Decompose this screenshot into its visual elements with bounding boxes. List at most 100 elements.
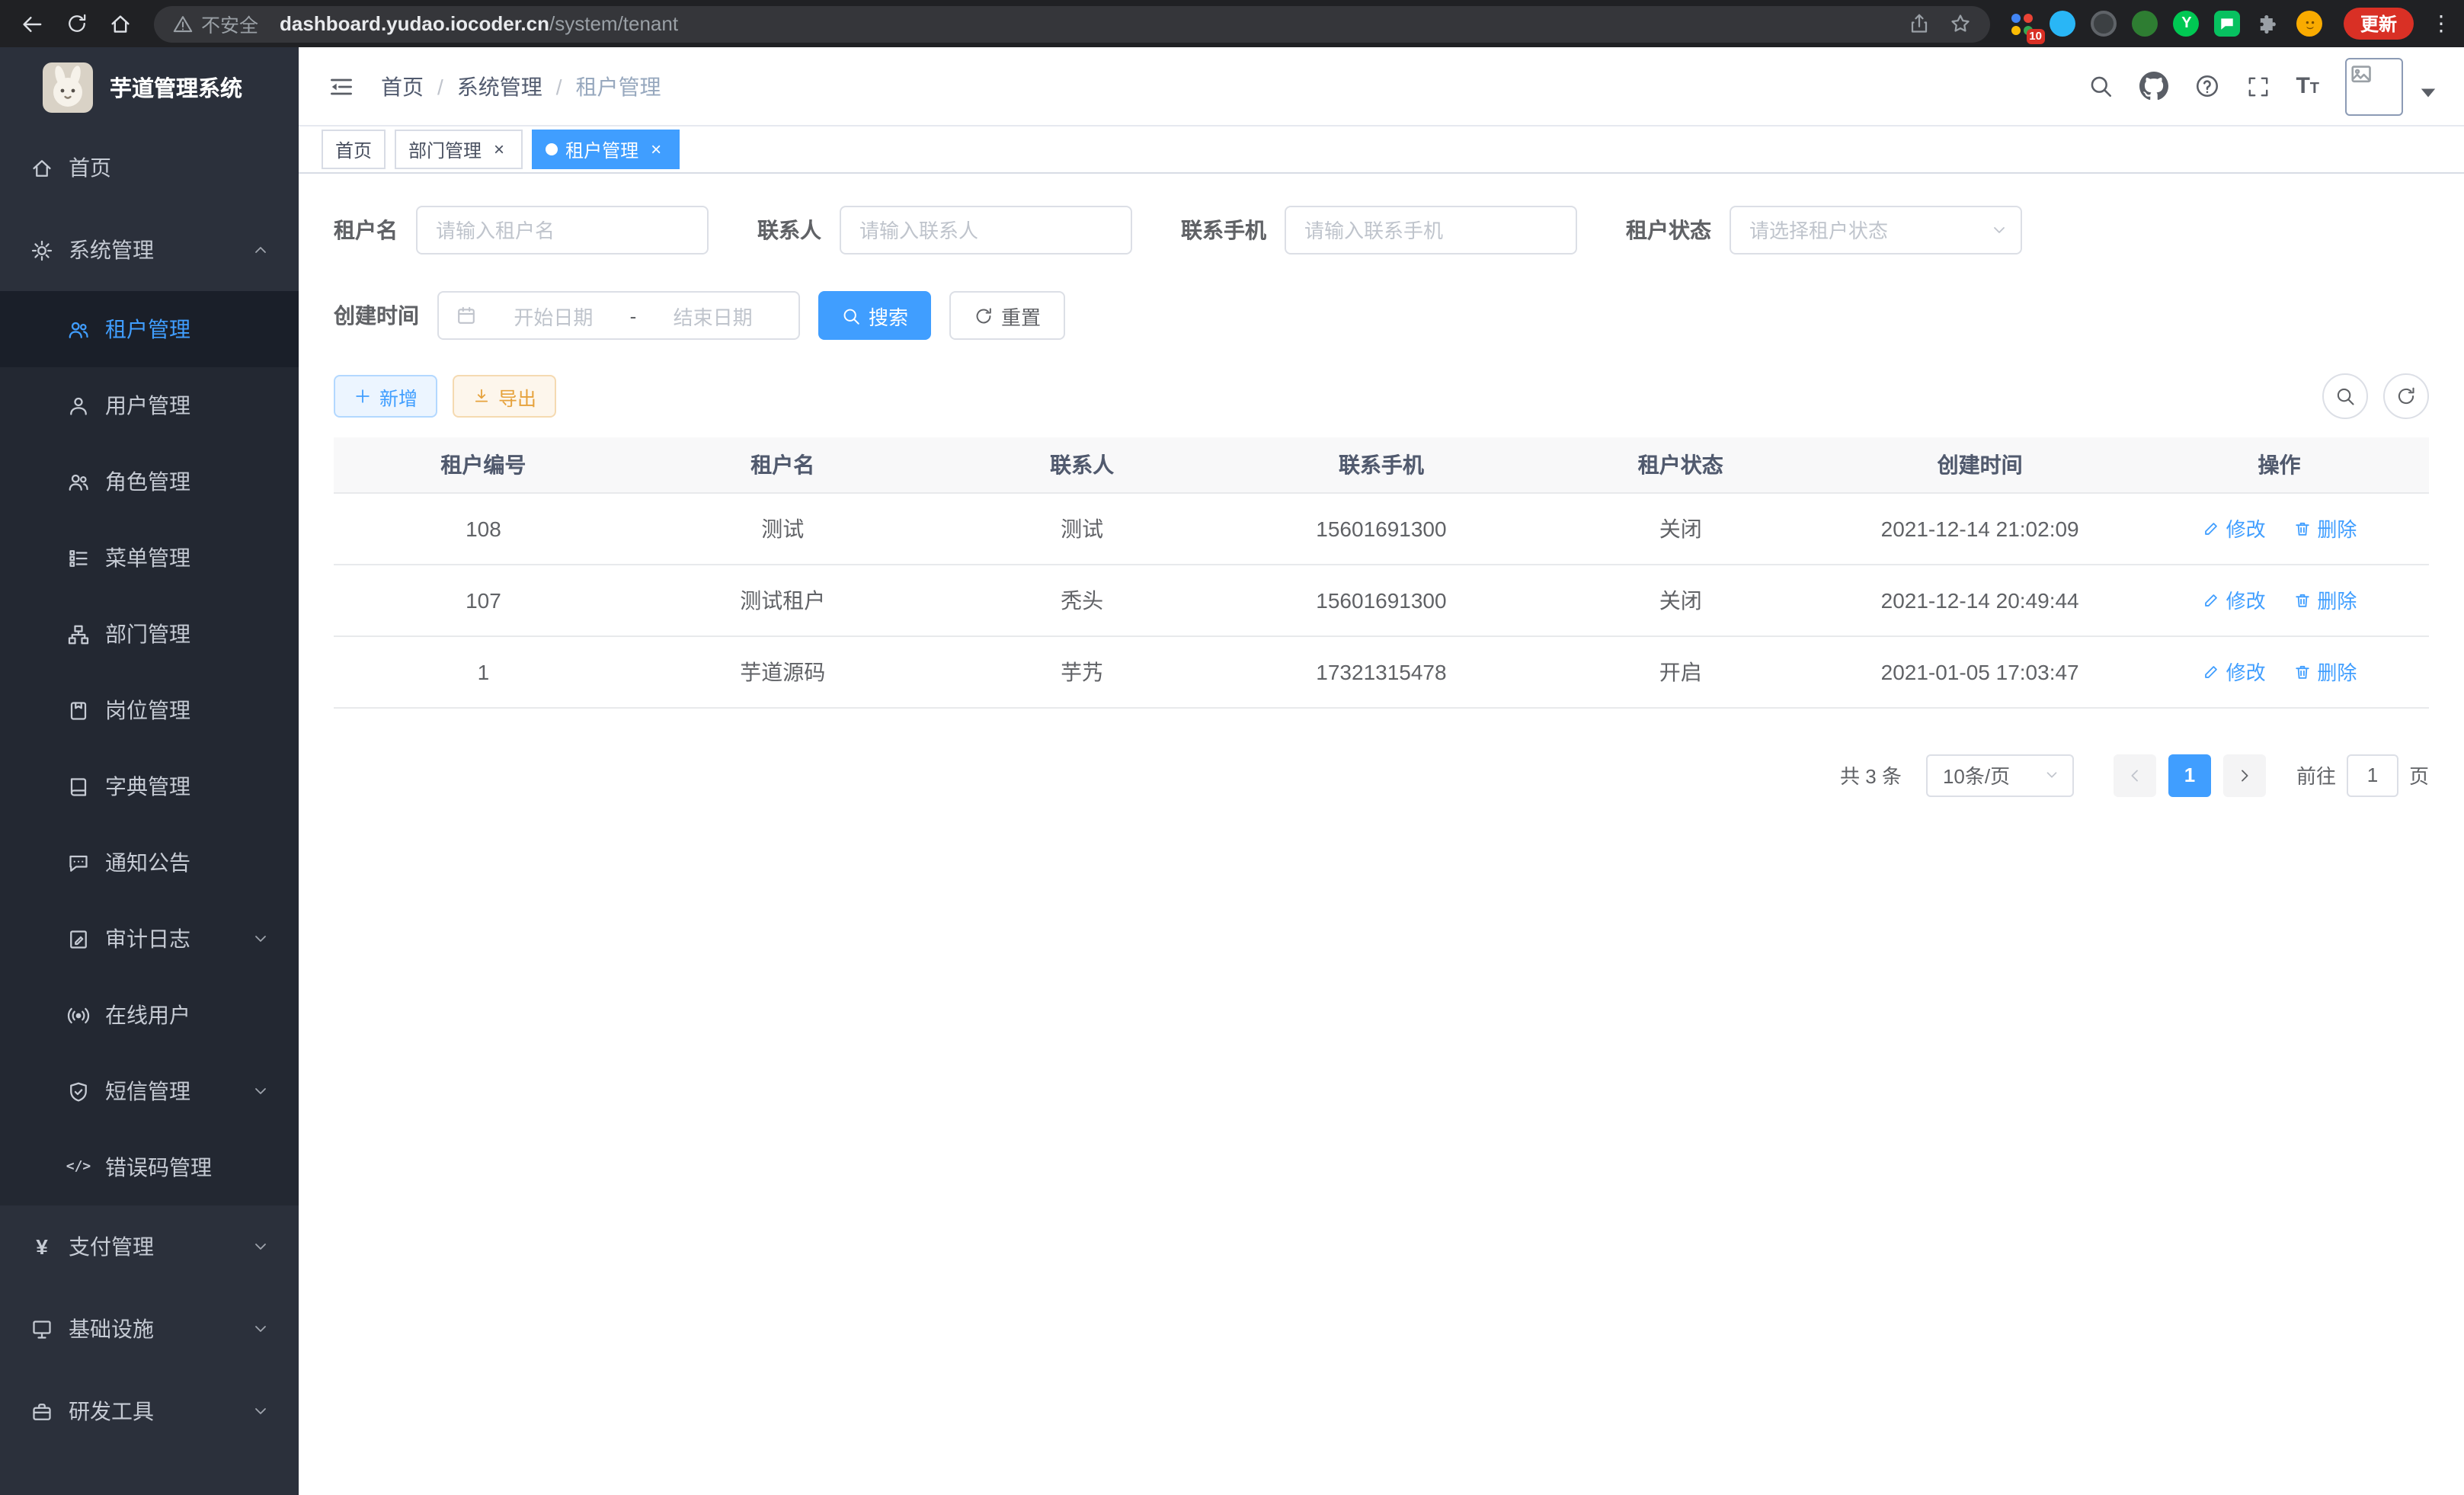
chrome-update-button[interactable]: 更新 xyxy=(2344,8,2414,40)
extension-blue-icon[interactable] xyxy=(2050,10,2077,37)
gear-icon xyxy=(30,238,53,261)
phone-input[interactable] xyxy=(1285,206,1577,255)
sidebar-item-devtools[interactable]: 研发工具 xyxy=(0,1370,299,1452)
github-button[interactable] xyxy=(2139,72,2168,101)
status-select-input[interactable] xyxy=(1730,206,2022,255)
extension-dark-icon[interactable] xyxy=(2091,10,2118,37)
refresh-table-button[interactable] xyxy=(2383,373,2429,419)
share-button[interactable] xyxy=(1908,12,1931,35)
payment-yen-icon: ¥ xyxy=(30,1235,53,1258)
help-button[interactable] xyxy=(2194,73,2219,99)
tab-close-icon[interactable]: × xyxy=(646,139,666,160)
sidebar-item-error-code[interactable]: </> 错误码管理 xyxy=(0,1129,299,1205)
extension-green-y-icon[interactable]: Y xyxy=(2173,10,2200,37)
header-search-button[interactable] xyxy=(2087,73,2113,99)
sidebar-item-user[interactable]: 用户管理 xyxy=(0,367,299,443)
url-text[interactable]: dashboard.yudao.iocoder.cn/system/tenant xyxy=(280,12,678,35)
edit-link[interactable]: 修改 xyxy=(2202,585,2266,614)
sidebar-toggle-icon[interactable] xyxy=(328,72,355,100)
font-size-button[interactable]: TT xyxy=(2296,73,2319,99)
pagination-total: 共 3 条 xyxy=(1840,760,1902,789)
toggle-search-button[interactable] xyxy=(2322,373,2368,419)
trash-icon xyxy=(2293,590,2312,610)
browser-back-button[interactable] xyxy=(12,4,52,43)
tenant-name-label: 租户名 xyxy=(334,215,398,245)
prev-page-button[interactable] xyxy=(2114,754,2156,796)
browser-home-button[interactable] xyxy=(101,4,140,43)
sidebar-item-online-users[interactable]: 在线用户 xyxy=(0,977,299,1053)
goto-page-input[interactable] xyxy=(2347,754,2398,796)
goto-label: 前往 xyxy=(2296,760,2336,789)
sidebar-item-tenant[interactable]: 租户管理 xyxy=(0,291,299,367)
sidebar-item-label: 首页 xyxy=(69,152,111,183)
tab-dept[interactable]: 部门管理 × xyxy=(395,130,523,169)
address-bar[interactable]: 不安全 dashboard.yudao.iocoder.cn/system/te… xyxy=(154,5,1990,42)
sidebar-item-dict[interactable]: 字典管理 xyxy=(0,748,299,824)
date-range-picker[interactable]: 开始日期 - 结束日期 xyxy=(437,291,800,340)
security-label[interactable]: 不安全 xyxy=(201,9,258,38)
bookmark-button[interactable] xyxy=(1949,12,1972,35)
chevron-down-icon xyxy=(248,1400,271,1423)
tab-tenant[interactable]: 租户管理 × xyxy=(532,130,680,169)
browser-menu-icon[interactable]: ⋮ xyxy=(2430,11,2452,37)
next-page-button[interactable] xyxy=(2223,754,2266,796)
current-page-button[interactable]: 1 xyxy=(2168,754,2211,796)
app-logo[interactable]: 芋道管理系统 xyxy=(0,47,299,126)
fullscreen-button[interactable] xyxy=(2245,74,2270,98)
sidebar-item-system[interactable]: 系统管理 xyxy=(0,209,299,291)
tenant-name-input[interactable] xyxy=(416,206,709,255)
extension-darkgreen-icon[interactable] xyxy=(2132,10,2159,37)
date-end-placeholder: 结束日期 xyxy=(642,301,783,330)
sidebar-item-label: 基础设施 xyxy=(69,1314,154,1344)
sidebar-item-dept[interactable]: 部门管理 xyxy=(0,596,299,672)
delete-link[interactable]: 删除 xyxy=(2293,657,2357,686)
edit-link[interactable]: 修改 xyxy=(2202,657,2266,686)
screen: 不安全 dashboard.yudao.iocoder.cn/system/te… xyxy=(0,0,2464,1495)
caret-down-icon[interactable] xyxy=(2420,78,2437,106)
add-button[interactable]: 新增 xyxy=(334,375,437,418)
tab-home[interactable]: 首页 xyxy=(322,130,386,169)
extensions-puzzle-icon[interactable] xyxy=(2255,10,2283,37)
breadcrumb-home[interactable]: 首页 xyxy=(381,71,424,101)
sidebar-item-label: 用户管理 xyxy=(105,390,190,421)
sidebar-item-notice[interactable]: 通知公告 xyxy=(0,824,299,901)
tab-close-icon[interactable]: × xyxy=(489,139,509,160)
cell-phone: 15601691300 xyxy=(1232,564,1531,635)
question-icon xyxy=(2194,73,2219,99)
page-size-select[interactable]: 10条/页 xyxy=(1926,754,2074,796)
cell-status: 开启 xyxy=(1531,635,1830,707)
sidebar: 芋道管理系统 首页 系统管理 租户管理 用户管理 角色管理 xyxy=(0,47,299,1495)
delete-link[interactable]: 删除 xyxy=(2293,585,2357,614)
delete-link[interactable]: 删除 xyxy=(2293,514,2357,543)
status-select[interactable] xyxy=(1730,206,2022,255)
reset-button[interactable]: 重置 xyxy=(949,291,1065,340)
breadcrumb-system[interactable]: 系统管理 xyxy=(457,71,542,101)
sidebar-item-label: 通知公告 xyxy=(105,847,190,878)
extension-dots-icon[interactable]: 10 xyxy=(2008,10,2036,37)
sidebar-item-sms[interactable]: 短信管理 xyxy=(0,1053,299,1129)
search-button[interactable]: 搜索 xyxy=(818,291,931,340)
chevron-up-icon xyxy=(248,238,271,261)
back-arrow-icon xyxy=(20,11,44,36)
table-toolbar: 新增 导出 xyxy=(334,373,2429,419)
sidebar-item-home[interactable]: 首页 xyxy=(0,126,299,209)
export-button[interactable]: 导出 xyxy=(453,375,556,418)
cell-phone: 15601691300 xyxy=(1232,492,1531,564)
sidebar-item-payment[interactable]: ¥ 支付管理 xyxy=(0,1205,299,1288)
cell-actions: 修改 删除 xyxy=(2130,635,2429,707)
browser-reload-button[interactable] xyxy=(56,4,96,43)
page-content: 租户名 联系人 联系手机 租户状态 创建时间 xyxy=(299,174,2464,796)
cell-contact: 测试 xyxy=(933,492,1232,564)
edit-link[interactable]: 修改 xyxy=(2202,514,2266,543)
sidebar-item-infrastructure[interactable]: 基础设施 xyxy=(0,1288,299,1370)
browser-chrome: 不安全 dashboard.yudao.iocoder.cn/system/te… xyxy=(0,0,2464,47)
sidebar-item-menu[interactable]: 菜单管理 xyxy=(0,520,299,596)
sidebar-item-post[interactable]: 岗位管理 xyxy=(0,672,299,748)
extension-chat-icon[interactable] xyxy=(2214,10,2242,37)
user-avatar[interactable] xyxy=(2345,57,2403,115)
contact-input[interactable] xyxy=(840,206,1132,255)
profile-avatar-icon[interactable] xyxy=(2296,10,2324,37)
sidebar-item-role[interactable]: 角色管理 xyxy=(0,443,299,520)
sidebar-item-audit-log[interactable]: 审计日志 xyxy=(0,901,299,977)
table-row: 1 芋道源码 芋艿 17321315478 开启 2021-01-05 17:0… xyxy=(334,635,2429,707)
